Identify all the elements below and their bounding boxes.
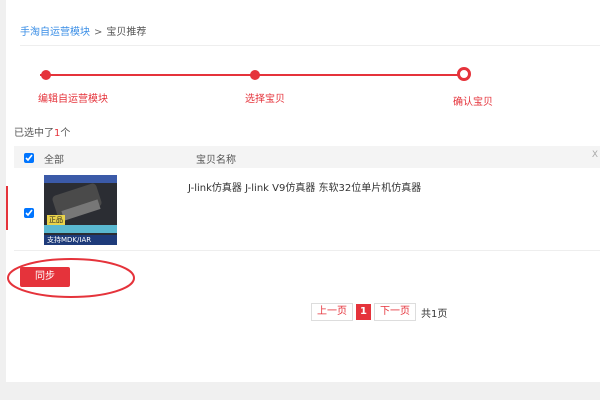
breadcrumb-link[interactable]: 手淘自运营模块: [20, 27, 90, 38]
table-row: 正品 支持MDK/IAR J-link仿真器 J-link V9仿真器 东软32…: [14, 170, 600, 251]
total-pages: 共1页: [421, 308, 448, 320]
left-edge-marker: [6, 186, 8, 230]
thumb-tag: 正品: [47, 215, 65, 225]
divider: [20, 45, 600, 46]
breadcrumb-separator: >: [94, 27, 103, 38]
step-1-label: 编辑自运营模块: [38, 94, 108, 105]
current-page[interactable]: 1: [356, 304, 371, 320]
header-all-label: 全部: [44, 155, 64, 166]
breadcrumb-current: 宝贝推荐: [106, 27, 147, 38]
header-extra: X: [591, 150, 598, 160]
prev-page-button[interactable]: 上一页: [311, 303, 353, 321]
step-3-dot-current: [457, 67, 471, 81]
thumb-bottom-text: 支持MDK/IAR: [44, 235, 117, 245]
pagination: 上一页 1 下一页 共1页: [311, 303, 447, 321]
product-thumbnail[interactable]: 正品 支持MDK/IAR: [44, 175, 117, 245]
selected-suffix: 个: [60, 128, 71, 139]
row-checkbox[interactable]: [24, 208, 34, 218]
thumb-top-band: [44, 175, 117, 183]
step-1-dot: [41, 70, 51, 80]
selected-prefix: 已选中了: [14, 128, 54, 139]
step-2-label: 选择宝贝: [245, 94, 285, 105]
step-3-label: 确认宝贝: [453, 97, 493, 108]
header-name-label: 宝贝名称: [196, 155, 236, 166]
step-2-dot: [250, 70, 260, 80]
thumb-cyan-band: [44, 225, 117, 233]
select-all-checkbox[interactable]: [24, 153, 34, 163]
table-header: 全部 宝贝名称 X: [14, 146, 600, 168]
selected-count: 已选中了1个: [14, 124, 70, 139]
next-page-button[interactable]: 下一页: [374, 303, 416, 321]
breadcrumb: 手淘自运营模块 > 宝贝推荐: [20, 23, 146, 38]
product-title[interactable]: J-link仿真器 J-link V9仿真器 东软32位单片机仿真器: [188, 179, 421, 194]
sync-button[interactable]: 同步: [20, 267, 70, 287]
